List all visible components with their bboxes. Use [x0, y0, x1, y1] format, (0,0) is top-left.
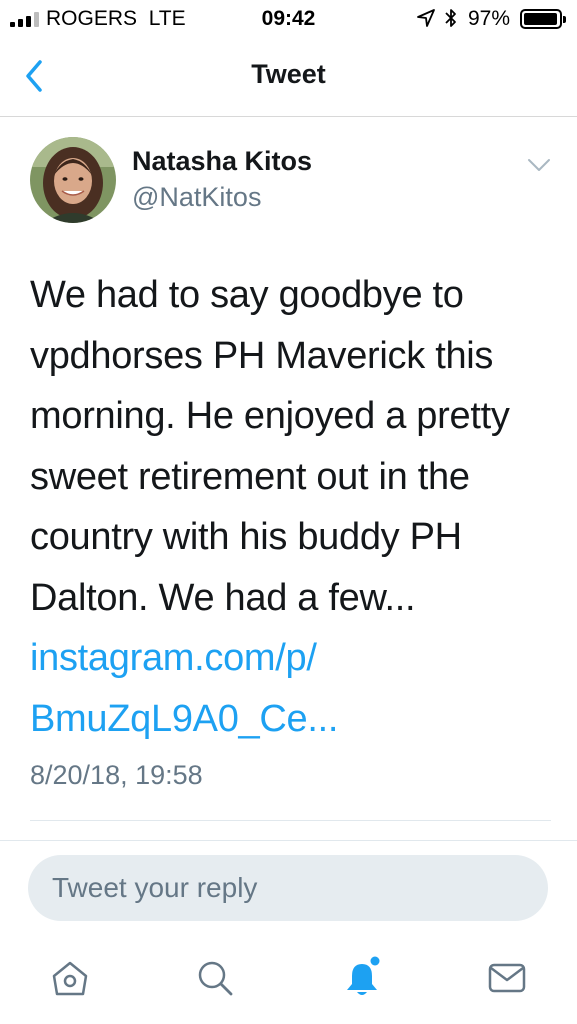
nav-bar: Tweet — [0, 38, 577, 117]
reply-input[interactable]: Tweet your reply — [28, 855, 548, 921]
tab-home[interactable] — [48, 956, 92, 1000]
tab-search[interactable] — [193, 956, 237, 1000]
messages-icon — [488, 963, 526, 993]
tweet-options-button[interactable] — [524, 152, 554, 178]
tweet-text: We had to say goodbye to vpdhorses PH Ma… — [30, 274, 510, 619]
search-icon — [198, 961, 233, 996]
page-title: Tweet — [251, 59, 326, 89]
status-bar: ROGERS LTE 09:42 97% — [0, 0, 577, 38]
tweet-link[interactable]: instagram.com/p/ BmuZqL9A0_Ce... — [30, 628, 560, 749]
divider — [30, 820, 551, 821]
author-name[interactable]: Natasha Kitos — [132, 146, 312, 177]
tab-bar — [0, 940, 577, 1024]
notifications-icon — [347, 956, 380, 995]
tab-notifications[interactable] — [340, 956, 384, 1000]
tweet-timestamp: 8/20/18, 19:58 — [30, 760, 203, 790]
battery-percent: 97% — [468, 7, 511, 30]
divider — [0, 840, 577, 841]
bluetooth-icon — [445, 9, 456, 27]
tab-messages[interactable] — [485, 956, 529, 1000]
avatar[interactable] — [30, 137, 116, 223]
chevron-down-icon — [528, 159, 550, 171]
author-handle[interactable]: @NatKitos — [132, 182, 261, 213]
location-arrow-icon — [417, 9, 435, 27]
battery-icon — [520, 9, 566, 29]
home-icon — [52, 961, 88, 996]
